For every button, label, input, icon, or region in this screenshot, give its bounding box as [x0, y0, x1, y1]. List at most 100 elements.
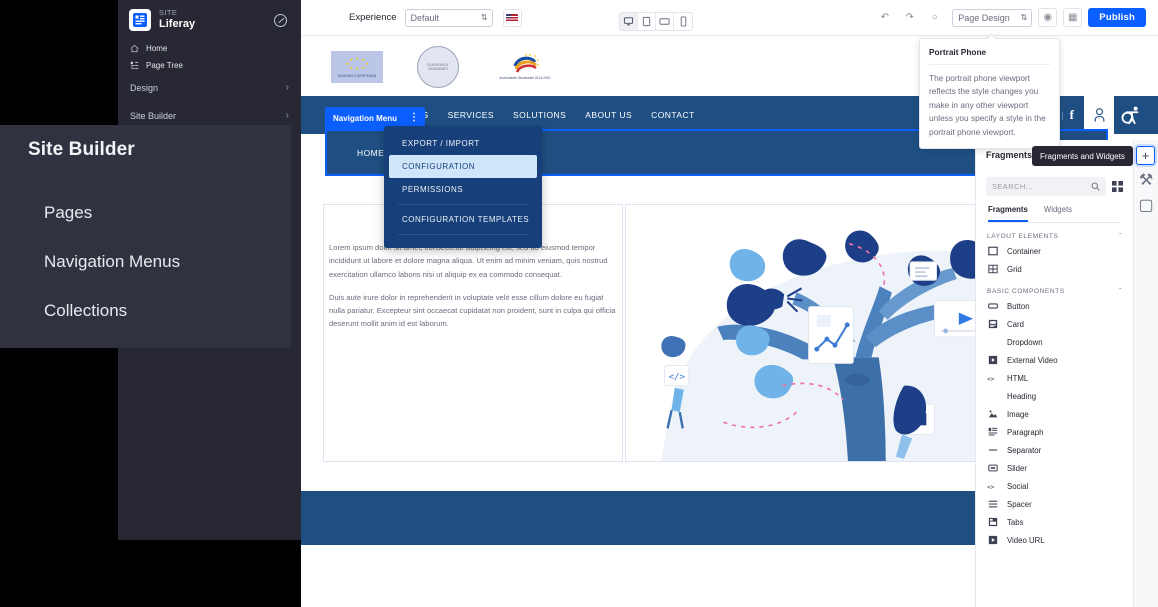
fragment-item-card[interactable]: Card: [976, 315, 1133, 333]
tablet-icon: [642, 16, 651, 27]
group-basic-components[interactable]: BASIC COMPONENTS ˇ: [987, 288, 1122, 295]
fragment-item-heading[interactable]: Heading: [976, 387, 1133, 405]
fragment-item-label: Separator: [1007, 445, 1042, 455]
fragment-item-external-video[interactable]: External Video: [976, 351, 1133, 369]
panel-search-row: SEARCH...: [986, 177, 1123, 196]
zoom-overlay-item-navigation-menus[interactable]: Navigation Menus: [44, 252, 180, 272]
social-divider: |: [1061, 110, 1064, 120]
fragment-context-menu: EXPORT / IMPORT CONFIGURATION PERMISSION…: [384, 126, 542, 248]
fragment-item-label: Spacer: [1007, 499, 1032, 509]
fragment-item-video-url[interactable]: Video URL: [976, 531, 1133, 549]
tabs-icon: [987, 517, 998, 528]
fragment-item-paragraph[interactable]: Paragraph: [976, 423, 1133, 441]
code-icon: <>: [987, 373, 998, 384]
screenshot-root: SITE Liferay Home Page Tree Design › Sit…: [0, 0, 1158, 607]
fragment-search-input[interactable]: SEARCH...: [986, 177, 1106, 196]
context-menu-configuration[interactable]: CONFIGURATION: [389, 155, 537, 178]
chevron-right-icon: ›: [285, 82, 289, 93]
context-menu-configuration-templates[interactable]: CONFIGURATION TEMPLATES: [384, 208, 542, 231]
chevron-updown-icon: ⇅: [1020, 12, 1028, 22]
sidebar-section-design[interactable]: Design ›: [118, 74, 301, 102]
fragment-item-label: Container: [1007, 246, 1041, 256]
landscape-phone-icon: [659, 18, 670, 25]
fragment-item-image[interactable]: Image: [976, 405, 1133, 423]
sidebar-item-page-tree[interactable]: Page Tree: [118, 57, 301, 74]
fragment-item-spacer[interactable]: Spacer: [976, 495, 1133, 513]
context-menu-permissions[interactable]: PERMISSIONS: [384, 178, 542, 201]
site-nav-item-about-us[interactable]: ABOUT US: [585, 110, 632, 120]
group-layout-elements[interactable]: LAYOUT ELEMENTS ˇ: [987, 233, 1122, 240]
page-design-select[interactable]: Page Design ⇅: [952, 8, 1033, 27]
fragment-item-label: External Video: [1007, 355, 1058, 365]
accessibility-icon[interactable]: [1114, 100, 1150, 130]
chevron-down-icon: ˇ: [1119, 233, 1122, 240]
paragraph-text-2: Duis aute irure dolor in reprehenderit i…: [329, 292, 616, 329]
style-book-icon[interactable]: ⚒: [1137, 170, 1156, 189]
eu-flag-logo: ★ ★ ★ ★ ★ ★ ★ ★ UNIUNEA EUROPEANĂ: [331, 51, 383, 83]
page-design-value: Page Design: [958, 12, 1010, 23]
fragment-item-slider[interactable]: Slider: [976, 459, 1133, 477]
code-icon: <>: [987, 481, 998, 492]
chevron-down-icon: ˇ: [1119, 288, 1122, 295]
svg-text:<>: <>: [987, 375, 995, 382]
sidebar-item-home[interactable]: Home: [118, 40, 301, 57]
page-tree-icon: [130, 61, 139, 69]
fragment-kebab-icon[interactable]: ⋮: [409, 113, 419, 123]
container-icon: [987, 246, 998, 257]
spacer-icon: [987, 499, 998, 510]
fragment-item-html[interactable]: <> HTML: [976, 369, 1133, 387]
fragment-label-text: Navigation Menu: [333, 113, 398, 123]
add-fragment-button[interactable]: +: [1136, 146, 1155, 165]
fragments-widgets-tooltip: Fragments and Widgets: [1032, 146, 1133, 166]
fragment-item-grid[interactable]: Grid: [976, 260, 1133, 278]
grid-icon: [987, 264, 998, 275]
tab-widgets[interactable]: Widgets: [1044, 205, 1072, 222]
history-button[interactable]: ○: [925, 8, 945, 27]
fragment-item-label: Grid: [1007, 264, 1022, 274]
fragment-item-dropdown[interactable]: Dropdown: [976, 333, 1133, 351]
language-button[interactable]: [502, 8, 522, 27]
svg-text:<>: <>: [987, 483, 995, 490]
viewport-tablet-button[interactable]: [638, 13, 656, 30]
fragment-item-label: Heading: [1007, 391, 1037, 401]
experience-select[interactable]: Default ⇅: [404, 8, 493, 27]
compass-icon[interactable]: [274, 13, 287, 27]
viewport-landscape-phone-button[interactable]: [656, 13, 674, 30]
fragment-item-separator[interactable]: Separator: [976, 441, 1133, 459]
svg-text:</>: </>: [669, 373, 686, 383]
slider-icon: [987, 463, 998, 474]
site-titles: SITE Liferay: [159, 9, 266, 30]
zoom-overlay-item-collections[interactable]: Collections: [44, 301, 127, 321]
publish-button[interactable]: Publish: [1088, 8, 1146, 27]
preview-button[interactable]: ◉: [1038, 8, 1058, 27]
grid-view-icon[interactable]: [1112, 181, 1123, 192]
us-flag-icon: [506, 13, 519, 22]
context-menu-export-import[interactable]: EXPORT / IMPORT: [384, 132, 542, 155]
fragment-item-label: Slider: [1007, 463, 1027, 473]
group-label: LAYOUT ELEMENTS: [987, 233, 1059, 240]
undo-button[interactable]: ↶: [875, 8, 895, 27]
tab-fragments[interactable]: Fragments: [988, 205, 1028, 222]
comments-icon[interactable]: ▢: [1137, 195, 1156, 214]
site-nav-item-solutions[interactable]: SOLUTIONS: [513, 110, 566, 120]
site-kicker: SITE: [159, 8, 178, 18]
desktop-icon: [623, 17, 634, 26]
fragment-item-social[interactable]: <> Social: [976, 477, 1133, 495]
zoom-overlay-item-pages[interactable]: Pages: [44, 203, 92, 223]
fragment-item-container[interactable]: Container: [976, 242, 1133, 260]
home-icon: [130, 44, 139, 53]
site-nav-item-contact[interactable]: CONTACT: [651, 110, 695, 120]
fragment-search-placeholder: SEARCH...: [992, 182, 1034, 191]
viewport-portrait-phone-button[interactable]: [674, 13, 692, 30]
image-icon: [987, 409, 998, 420]
fragment-item-tabs[interactable]: Tabs: [976, 513, 1133, 531]
grid-toggle-button[interactable]: ▦: [1063, 8, 1083, 27]
sidebar-section-label: Design: [130, 83, 159, 93]
fragment-item-button[interactable]: Button: [976, 297, 1133, 315]
redo-button[interactable]: ↷: [900, 8, 920, 27]
viewport-desktop-button[interactable]: [620, 13, 638, 30]
facebook-icon[interactable]: f: [1070, 107, 1074, 123]
panel-tabs: Fragments Widgets: [988, 205, 1121, 223]
site-nav-item-services[interactable]: SERVICES: [448, 110, 494, 120]
separator-icon: [987, 445, 998, 456]
